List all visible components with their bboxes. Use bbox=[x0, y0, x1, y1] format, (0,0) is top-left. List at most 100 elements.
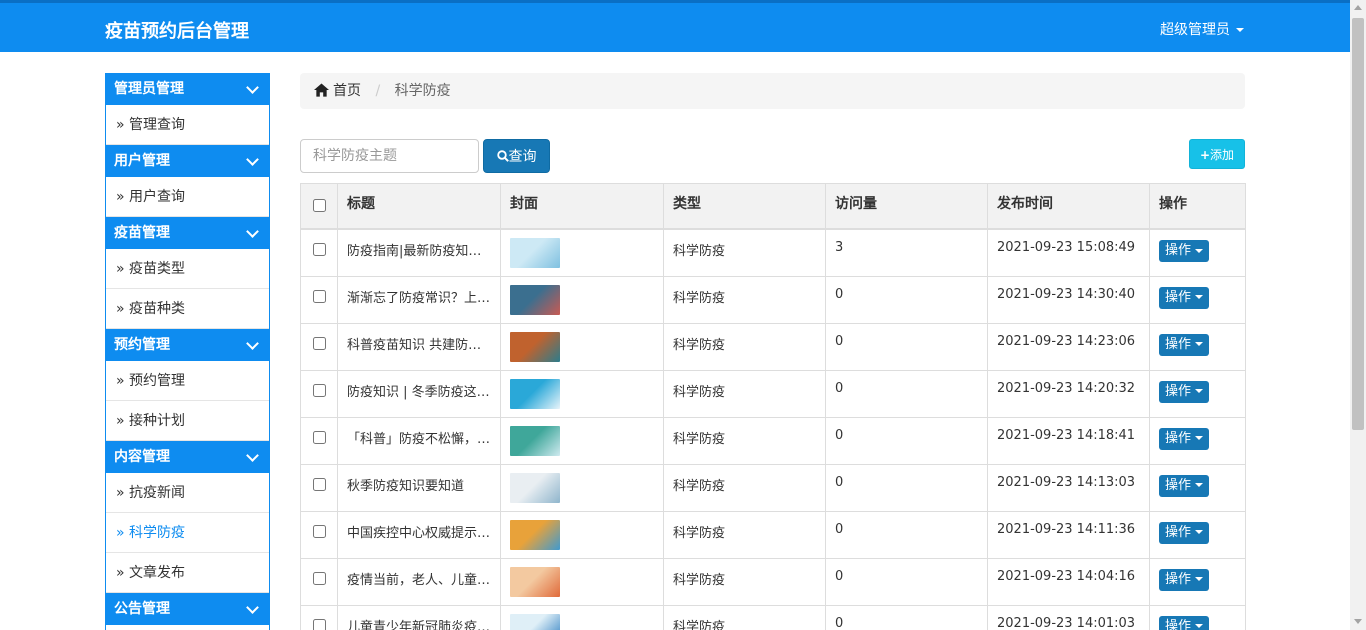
row-type: 科学防疫 bbox=[663, 275, 826, 324]
row-checkbox[interactable] bbox=[312, 336, 326, 350]
add-button[interactable]: +添加 bbox=[1189, 139, 1245, 169]
row-title[interactable]: 「科普」防疫不松懈，这... bbox=[337, 416, 501, 465]
row-type: 科学防疫 bbox=[663, 463, 826, 512]
user-menu-label: 超级管理员 bbox=[1160, 22, 1230, 38]
row-checkbox[interactable] bbox=[312, 524, 326, 538]
table-row: 儿童青少年新冠肺炎疫情... 科学防疫 0 2021-09-23 14:01:03 操作 bbox=[300, 604, 1246, 630]
row-views: 0 bbox=[825, 275, 988, 324]
row-title[interactable]: 疫情当前，老人、儿童、... bbox=[337, 557, 501, 606]
row-title[interactable]: 渐渐忘了防疫常识？上海... bbox=[337, 275, 501, 324]
home-icon bbox=[314, 83, 329, 97]
table-row: 防疫知识 | 冬季防疫这样... 科学防疫 0 2021-09-23 14:20:32… bbox=[300, 369, 1246, 418]
sidebar-group-header[interactable]: 内容管理 bbox=[106, 441, 269, 473]
row-action-dropdown[interactable]: 操作 bbox=[1159, 474, 1210, 497]
sidebar-item[interactable]: » 文章发布 bbox=[106, 553, 269, 593]
sidebar-group-title: 疫苗管理 bbox=[114, 225, 170, 241]
sidebar-item[interactable]: » 预约管理 bbox=[106, 361, 269, 401]
sidebar-item[interactable]: » 接种计划 bbox=[106, 401, 269, 441]
caret-down-icon bbox=[1195, 389, 1204, 393]
sidebar-group-header[interactable]: 预约管理 bbox=[106, 329, 269, 361]
scroll-down-icon[interactable] bbox=[1354, 619, 1362, 624]
cover-thumbnail bbox=[510, 425, 560, 456]
sidebar-group-header[interactable]: 用户管理 bbox=[106, 145, 269, 177]
search-button[interactable]: 查询 bbox=[483, 139, 550, 173]
row-select-cell bbox=[300, 510, 338, 559]
sidebar-item[interactable]: » 疫苗类型 bbox=[106, 249, 269, 289]
row-actions-cell: 操作 bbox=[1149, 510, 1246, 559]
sidebar-item[interactable]: » 管理查询 bbox=[106, 105, 269, 145]
table-row: 科普疫苗知识 共建防疫屏... 科学防疫 0 2021-09-23 14:23:06 操… bbox=[300, 322, 1246, 371]
search-input[interactable] bbox=[300, 139, 479, 173]
sidebar-group-title: 用户管理 bbox=[114, 153, 170, 169]
row-action-dropdown[interactable]: 操作 bbox=[1159, 380, 1210, 403]
col-time: 发布时间 bbox=[987, 183, 1150, 230]
row-title[interactable]: 防疫知识 | 冬季防疫这样... bbox=[337, 369, 501, 418]
row-views: 0 bbox=[825, 369, 988, 418]
row-actions-cell: 操作 bbox=[1149, 275, 1246, 324]
breadcrumb: 首页 / 科学防疫 bbox=[300, 73, 1245, 109]
row-action-label: 操作 bbox=[1165, 383, 1192, 399]
row-checkbox[interactable] bbox=[312, 289, 326, 303]
breadcrumb-separator: / bbox=[375, 83, 381, 99]
user-menu[interactable]: 超级管理员 bbox=[1160, 19, 1244, 39]
row-views: 3 bbox=[825, 228, 988, 277]
row-title[interactable]: 儿童青少年新冠肺炎疫情... bbox=[337, 604, 501, 630]
row-title[interactable]: 秋季防疫知识要知道 bbox=[337, 463, 501, 512]
scroll-thumb[interactable] bbox=[1352, 18, 1364, 430]
sidebar-item[interactable]: » 用户查询 bbox=[106, 177, 269, 217]
sidebar-group-title: 公告管理 bbox=[114, 601, 170, 617]
row-action-dropdown[interactable]: 操作 bbox=[1159, 333, 1210, 356]
sidebar-group-header[interactable]: 公告管理 bbox=[106, 593, 269, 625]
caret-down-icon bbox=[1195, 483, 1204, 487]
row-cover-cell bbox=[500, 463, 664, 512]
select-all-checkbox[interactable] bbox=[312, 199, 326, 212]
brand-title[interactable]: 疫苗预约后台管理 bbox=[105, 17, 249, 43]
row-title[interactable]: 中国疾控中心权威提示：... bbox=[337, 510, 501, 559]
table-row: 渐渐忘了防疫常识？上海... 科学防疫 0 2021-09-23 14:30:40 操作 bbox=[300, 275, 1246, 324]
row-checkbox[interactable] bbox=[312, 477, 326, 491]
row-checkbox[interactable] bbox=[312, 430, 326, 444]
row-action-label: 操作 bbox=[1165, 571, 1192, 587]
row-action-dropdown[interactable]: 操作 bbox=[1159, 286, 1210, 309]
row-action-dropdown[interactable]: 操作 bbox=[1159, 568, 1210, 591]
caret-down-icon bbox=[1195, 295, 1204, 299]
row-select-cell bbox=[300, 228, 338, 277]
add-button-label: 添加 bbox=[1210, 147, 1235, 162]
row-select-cell bbox=[300, 322, 338, 371]
row-checkbox[interactable] bbox=[312, 383, 326, 397]
row-action-label: 操作 bbox=[1165, 477, 1192, 493]
chevron-down-icon bbox=[246, 81, 259, 94]
scroll-up-icon[interactable] bbox=[1354, 5, 1362, 10]
sidebar-group-header[interactable]: 疫苗管理 bbox=[106, 217, 269, 249]
row-actions-cell: 操作 bbox=[1149, 228, 1246, 277]
chevron-down-icon bbox=[246, 601, 259, 614]
row-action-dropdown[interactable]: 操作 bbox=[1159, 521, 1210, 544]
row-checkbox[interactable] bbox=[312, 243, 326, 256]
sidebar-group-header[interactable]: 管理员管理 bbox=[106, 73, 269, 105]
row-type: 科学防疫 bbox=[663, 557, 826, 606]
cover-thumbnail bbox=[510, 519, 560, 550]
row-time: 2021-09-23 14:11:36 bbox=[987, 510, 1150, 559]
row-views: 0 bbox=[825, 416, 988, 465]
row-action-dropdown[interactable]: 操作 bbox=[1159, 615, 1210, 630]
sidebar-item[interactable]: » 抗疫新闻 bbox=[106, 473, 269, 513]
sidebar-item[interactable]: » 疫苗种类 bbox=[106, 289, 269, 329]
page-scrollbar[interactable] bbox=[1350, 0, 1366, 630]
row-title[interactable]: 科普疫苗知识 共建防疫屏... bbox=[337, 322, 501, 371]
cover-thumbnail bbox=[510, 284, 560, 315]
sidebar-group-title: 预约管理 bbox=[114, 337, 170, 353]
row-checkbox[interactable] bbox=[312, 571, 326, 585]
search-button-label: 查询 bbox=[508, 149, 537, 165]
row-title[interactable]: 防疫指南|最新防疫知识来... bbox=[337, 228, 501, 277]
breadcrumb-home[interactable]: 首页 bbox=[314, 83, 365, 99]
row-action-dropdown[interactable]: 操作 bbox=[1159, 427, 1210, 450]
row-action-dropdown[interactable]: 操作 bbox=[1159, 240, 1210, 262]
table-row: 防疫指南|最新防疫知识来... 科学防疫 3 2021-09-23 15:08:49 操… bbox=[300, 228, 1246, 277]
row-select-cell bbox=[300, 604, 338, 630]
article-table: 标题 封面 类型 访问量 发布时间 操作 防疫指南|最新防疫知识来... 科学防疫… bbox=[300, 183, 1246, 630]
caret-down-icon bbox=[1236, 28, 1244, 32]
cover-thumbnail bbox=[510, 566, 560, 597]
sidebar-item[interactable]: » 科学防疫 bbox=[106, 513, 269, 553]
row-checkbox[interactable] bbox=[312, 618, 326, 630]
row-time: 2021-09-23 14:30:40 bbox=[987, 275, 1150, 324]
